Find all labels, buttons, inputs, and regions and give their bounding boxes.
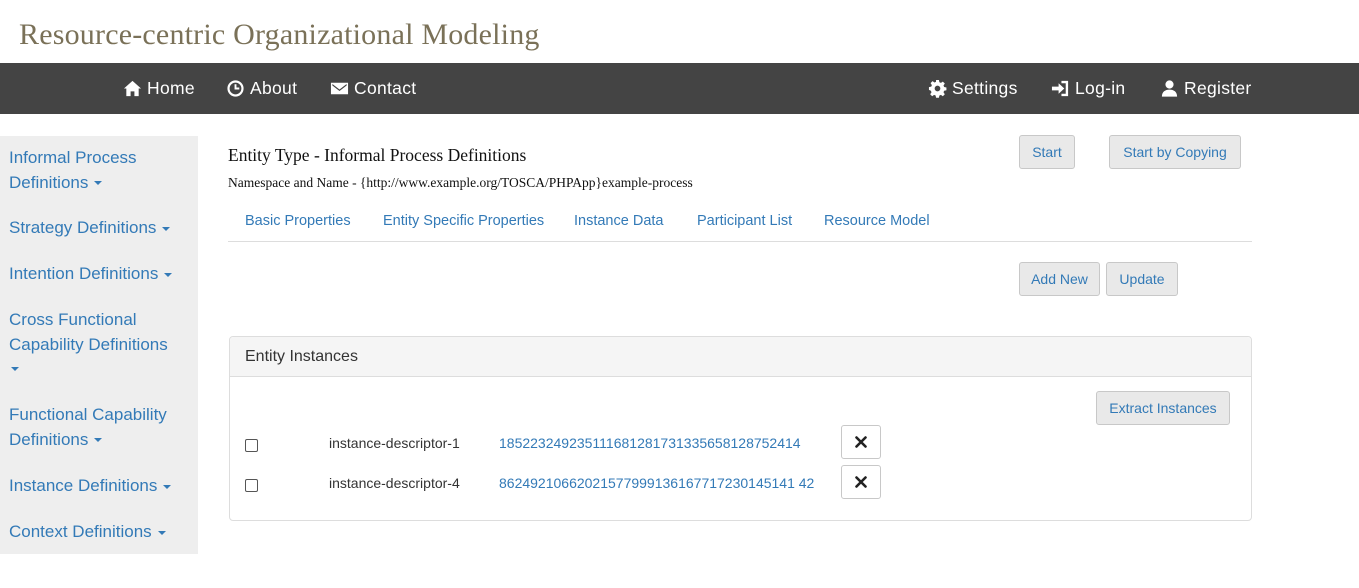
nav-home-label: Home bbox=[147, 78, 195, 98]
sidebar-item-label: Strategy Definitions bbox=[9, 218, 157, 237]
sidebar-item-context[interactable]: Context Definitions bbox=[9, 520, 189, 545]
sidebar-item-intention[interactable]: Intention Definitions bbox=[9, 262, 189, 287]
log-in-icon bbox=[1051, 80, 1069, 97]
start-by-copying-button[interactable]: Start by Copying bbox=[1109, 135, 1241, 169]
add-new-button[interactable]: Add New bbox=[1019, 262, 1100, 296]
tab-participant-list[interactable]: Participant List bbox=[697, 213, 792, 229]
namespace-and-name: Namespace and Name - {http://www.example… bbox=[228, 175, 693, 190]
caret-down-icon bbox=[11, 367, 19, 371]
sidebar-item-label: Context Definitions bbox=[9, 522, 152, 541]
entity-type-title: Entity Type - Informal Process Definitio… bbox=[228, 145, 527, 165]
extract-instances-button[interactable]: Extract Instances bbox=[1096, 391, 1230, 425]
sidebar-item-cross-functional-capability[interactable]: Cross Functional Capability Definitions bbox=[9, 308, 189, 371]
sidebar-item-label: Instance Definitions bbox=[9, 476, 158, 495]
close-icon bbox=[855, 436, 867, 448]
instance-id-link[interactable]: 185223249235111681281731335658128752414 bbox=[499, 435, 801, 451]
nav-about[interactable]: About bbox=[226, 63, 297, 114]
nav-home[interactable]: Home bbox=[123, 63, 195, 114]
sidebar-item-label: Cross Functional Capability Definitions bbox=[9, 310, 168, 354]
update-button[interactable]: Update bbox=[1106, 262, 1178, 296]
caret-down-icon bbox=[157, 530, 166, 535]
clock-icon bbox=[227, 80, 244, 97]
sidebar-item-functional-capability[interactable]: Functional Capability Definitions bbox=[9, 403, 189, 452]
row-checkbox[interactable] bbox=[245, 479, 258, 492]
caret-down-icon bbox=[162, 226, 171, 231]
envelope-icon bbox=[330, 82, 349, 95]
start-button[interactable]: Start bbox=[1019, 135, 1075, 169]
nav-settings[interactable]: Settings bbox=[928, 63, 1018, 114]
row-checkbox[interactable] bbox=[245, 439, 258, 452]
home-icon bbox=[123, 80, 142, 97]
tab-resource-model[interactable]: Resource Model bbox=[824, 213, 930, 229]
sidebar-item-strategy[interactable]: Strategy Definitions bbox=[9, 216, 189, 241]
entity-instances-panel: Entity Instances bbox=[229, 336, 1252, 521]
entity-tabs: Basic Properties Entity Specific Propert… bbox=[228, 203, 1252, 242]
caret-down-icon bbox=[163, 484, 172, 489]
tab-entity-specific-properties[interactable]: Entity Specific Properties bbox=[383, 213, 544, 229]
tab-instance-data[interactable]: Instance Data bbox=[574, 213, 663, 229]
sidebar: Informal Process Definitions Strategy De… bbox=[0, 136, 198, 554]
nav-contact-label: Contact bbox=[354, 78, 417, 98]
instance-id-link[interactable]: 86249210662021577999136167717230145141 4… bbox=[499, 475, 814, 491]
instance-name: instance-descriptor-4 bbox=[329, 475, 460, 491]
sidebar-item-label: Informal Process Definitions bbox=[9, 148, 137, 192]
sidebar-item-label: Functional Capability Definitions bbox=[9, 405, 167, 449]
delete-instance-button[interactable] bbox=[841, 425, 881, 459]
nav-about-label: About bbox=[250, 78, 298, 98]
nav-settings-label: Settings bbox=[952, 78, 1018, 98]
sidebar-item-label: Intention Definitions bbox=[9, 264, 159, 283]
instance-name: instance-descriptor-1 bbox=[329, 435, 460, 451]
delete-instance-button[interactable] bbox=[841, 465, 881, 499]
site-title: Resource-centric Organizational Modeling bbox=[19, 18, 540, 51]
tab-basic-properties[interactable]: Basic Properties bbox=[245, 213, 351, 229]
sidebar-item-instance[interactable]: Instance Definitions bbox=[9, 474, 189, 499]
caret-down-icon bbox=[94, 181, 103, 186]
sidebar-item-informal-process[interactable]: Informal Process Definitions bbox=[9, 146, 189, 195]
gear-icon bbox=[928, 79, 947, 98]
nav-login-label: Log-in bbox=[1075, 78, 1126, 98]
caret-down-icon bbox=[164, 272, 173, 277]
nav-register[interactable]: Register bbox=[1160, 63, 1252, 114]
caret-down-icon bbox=[94, 438, 103, 443]
nav-register-label: Register bbox=[1184, 78, 1252, 98]
top-navbar: Home About Contact Settings Log-in Regis… bbox=[0, 63, 1359, 114]
panel-heading: Entity Instances bbox=[230, 337, 1251, 377]
user-icon bbox=[1161, 80, 1178, 97]
close-icon bbox=[855, 476, 867, 488]
nav-contact[interactable]: Contact bbox=[330, 63, 416, 114]
nav-login[interactable]: Log-in bbox=[1051, 63, 1125, 114]
